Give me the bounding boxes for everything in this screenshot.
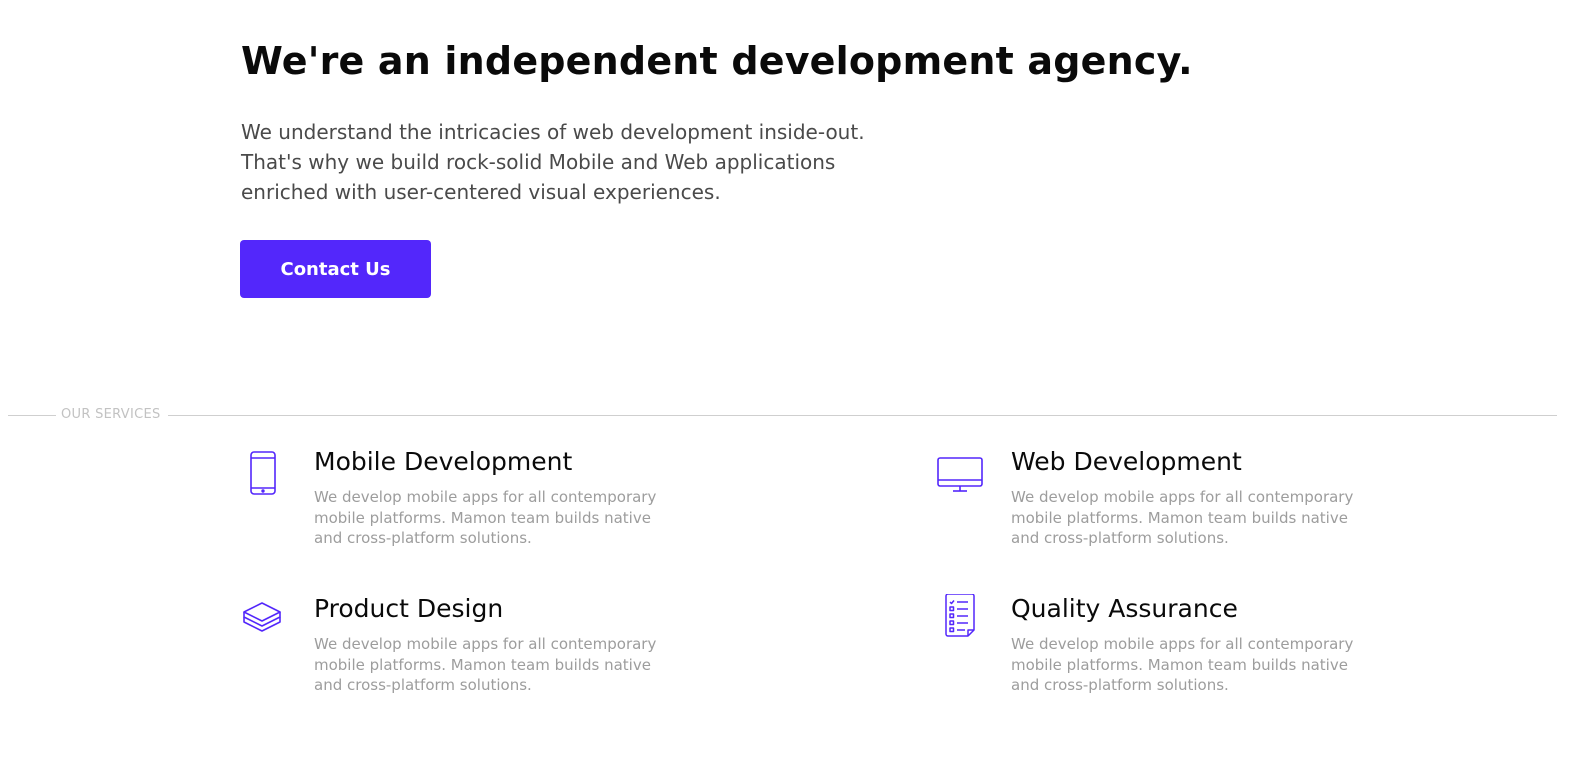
service-title: Mobile Development <box>314 447 573 476</box>
service-web-development: Web Development We develop mobile apps f… <box>937 447 1497 567</box>
hero-lede: We understand the intricacies of web dev… <box>241 120 865 204</box>
layers-icon <box>240 594 288 642</box>
service-description: We develop mobile apps for all contempor… <box>314 488 657 547</box>
section-divider-right <box>168 415 1557 416</box>
service-quality-assurance: Quality Assurance We develop mobile apps… <box>937 593 1497 714</box>
desktop-monitor-icon <box>937 447 985 495</box>
service-title: Product Design <box>314 594 504 623</box>
service-description: We develop mobile apps for all contempor… <box>1011 488 1354 547</box>
service-description: We develop mobile apps for all contempor… <box>1011 635 1354 694</box>
checklist-icon <box>937 593 985 642</box>
service-title: Web Development <box>1011 447 1242 476</box>
service-description: We develop mobile apps for all contempor… <box>314 635 657 694</box>
section-divider-left <box>8 415 56 416</box>
contact-us-button[interactable]: Contact Us <box>240 240 431 298</box>
mobile-phone-icon <box>240 447 288 495</box>
service-title: Quality Assurance <box>1011 594 1238 623</box>
page: We're an independent development agency.… <box>0 0 1586 765</box>
service-product-design: Product Design We develop mobile apps fo… <box>240 594 800 714</box>
services-section-label: OUR SERVICES <box>61 407 161 422</box>
hero-title: We're an independent development agency. <box>241 39 1193 83</box>
service-mobile-development: Mobile Development We develop mobile app… <box>240 447 800 567</box>
